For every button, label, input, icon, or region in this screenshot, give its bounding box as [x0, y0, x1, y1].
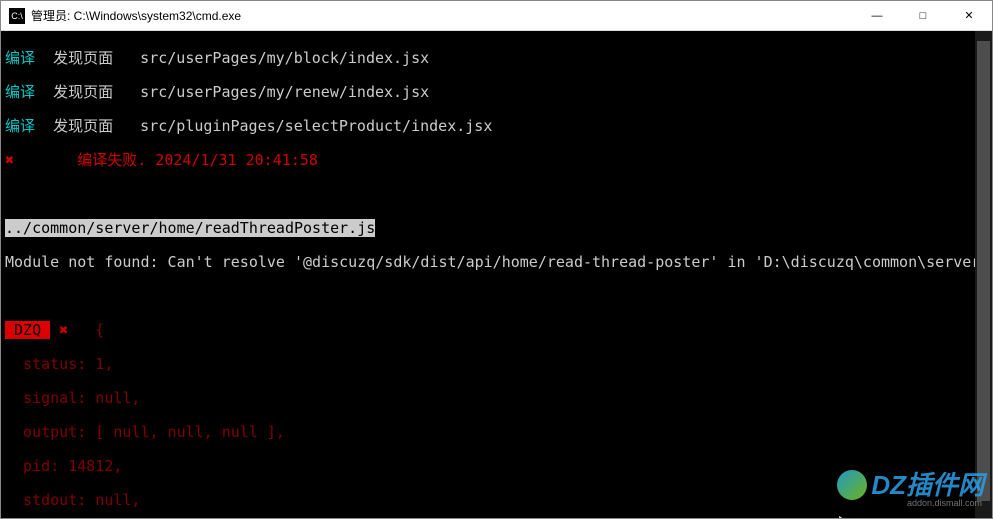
- window-title: 管理员: C:\Windows\system32\cmd.exe: [31, 7, 854, 24]
- minimize-button[interactable]: —: [854, 1, 900, 31]
- highlighted-path: ../common/server/home/readThreadPoster.j…: [5, 219, 375, 237]
- dzq-tag: DZQ: [5, 321, 50, 339]
- titlebar[interactable]: C:\ 管理员: C:\Windows\system32\cmd.exe — □…: [1, 1, 992, 31]
- terminal-output[interactable]: 编译 发现页面 src/userPages/my/block/index.jsx…: [1, 31, 992, 518]
- status-line: output: [ null, null, null ],: [5, 423, 285, 441]
- module-error: Module not found: Can't resolve '@discuz…: [5, 253, 992, 271]
- status-line: status: 1,: [5, 355, 113, 373]
- brace: {: [68, 321, 104, 339]
- cmd-icon: C:\: [9, 8, 25, 24]
- compile-tag: 编译: [5, 83, 35, 101]
- compile-line: 发现页面 src/userPages/my/renew/index.jsx: [35, 83, 429, 101]
- watermark-text: DZ插件网: [871, 477, 984, 494]
- close-button[interactable]: ✕: [946, 1, 992, 31]
- status-line: stdout: null,: [5, 491, 140, 509]
- compile-line: 发现页面 src/userPages/my/block/index.jsx: [35, 49, 429, 67]
- error-icon: ✖: [5, 151, 14, 169]
- status-line: pid: 14812,: [5, 457, 122, 475]
- status-line: signal: null,: [5, 389, 140, 407]
- compile-failed: 编译失败. 2024/1/31 20:41:58: [14, 151, 318, 169]
- maximize-button[interactable]: □: [900, 1, 946, 31]
- compile-line: 发现页面 src/pluginPages/selectProduct/index…: [35, 117, 492, 135]
- window: C:\ 管理员: C:\Windows\system32\cmd.exe — □…: [0, 0, 993, 519]
- x-icon: ✖: [50, 321, 68, 339]
- scrollbar[interactable]: [975, 31, 992, 518]
- compile-tag: 编译: [5, 49, 35, 67]
- scrollbar-thumb[interactable]: [977, 41, 990, 501]
- compile-tag: 编译: [5, 117, 35, 135]
